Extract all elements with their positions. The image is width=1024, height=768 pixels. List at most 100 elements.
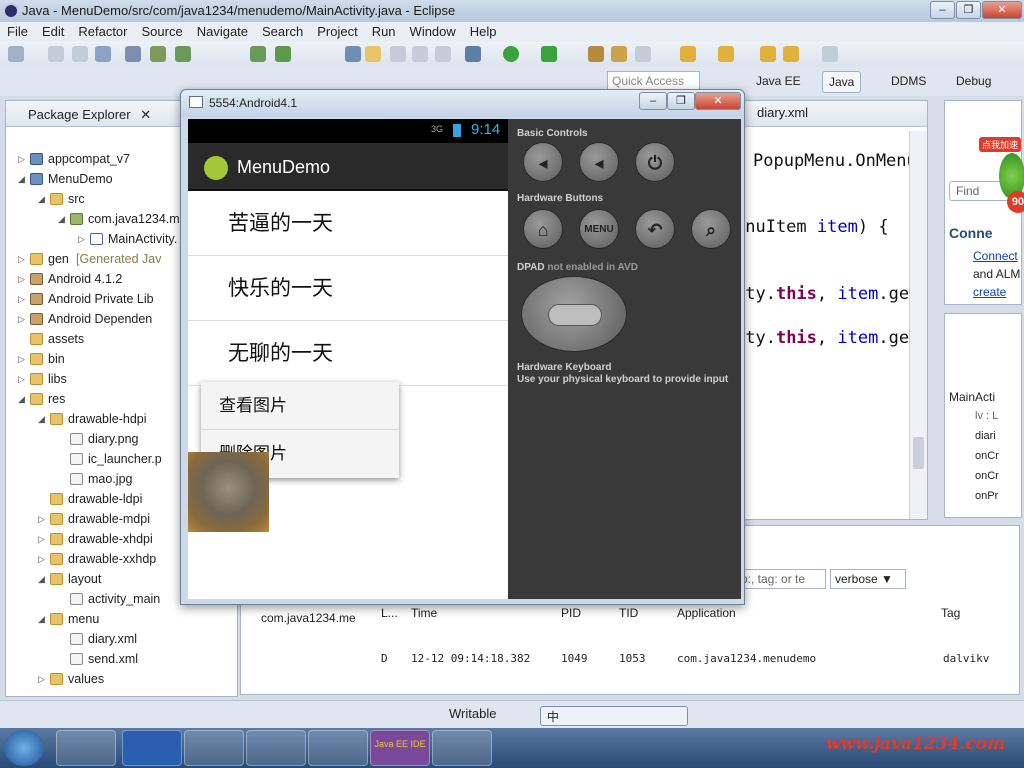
show-whitespace-icon[interactable] <box>435 46 451 62</box>
save-all-icon[interactable] <box>72 46 88 62</box>
debug-icon[interactable] <box>465 46 481 62</box>
expand-toggle-icon[interactable]: ▷ <box>18 249 26 269</box>
menu-search[interactable]: Search <box>255 22 310 41</box>
outline-item[interactable]: onCr <box>975 450 999 462</box>
expand-toggle-icon[interactable]: ▷ <box>18 309 26 329</box>
popup-item-view-image[interactable]: 查看图片 <box>201 382 399 430</box>
expand-toggle-icon[interactable]: ◢ <box>58 209 66 229</box>
create-link[interactable]: create <box>973 285 1006 299</box>
dpad-center[interactable] <box>548 304 602 326</box>
android-sdk-icon[interactable] <box>175 46 191 62</box>
col-tid[interactable]: TID <box>619 606 638 620</box>
taskbar-word-icon[interactable] <box>122 730 182 766</box>
logcat-filter-input[interactable]: p:, tag: or te <box>738 569 826 589</box>
ime-toolbar[interactable]: 中 <box>540 706 688 726</box>
perspective-debug[interactable]: Debug <box>950 71 997 93</box>
taskbar-android-icon[interactable] <box>246 730 306 766</box>
menu-refactor[interactable]: Refactor <box>71 22 134 41</box>
expand-toggle-icon[interactable]: ◢ <box>18 389 26 409</box>
next-annotation-icon[interactable] <box>680 46 696 62</box>
list-item[interactable]: 苦逼的一天 <box>188 191 508 256</box>
open-type-icon[interactable] <box>588 46 604 62</box>
search-icon[interactable] <box>345 46 361 62</box>
col-pid[interactable]: PID <box>561 606 581 620</box>
volume-down-button[interactable]: ◂ <box>523 142 563 182</box>
menu-window[interactable]: Window <box>403 22 463 41</box>
editor-scrollbar[interactable] <box>909 131 927 519</box>
expand-toggle-icon[interactable]: ▷ <box>18 149 26 169</box>
taskbar-eclipse-icon[interactable]: Java EE IDE <box>370 730 430 766</box>
logcat-saved-filter[interactable]: com.java1234.me <box>261 611 369 631</box>
expand-toggle-icon[interactable]: ◢ <box>38 409 46 429</box>
emulator-minimize-button[interactable]: – <box>639 92 667 110</box>
expand-toggle-icon[interactable]: ▷ <box>18 289 26 309</box>
expand-toggle-icon[interactable]: ▷ <box>38 549 46 569</box>
menu-project[interactable]: Project <box>310 22 364 41</box>
speed-badge[interactable]: 点我加速 <box>979 137 1021 152</box>
expand-toggle-icon[interactable]: ▷ <box>38 529 46 549</box>
search-button[interactable]: ⌕ <box>691 209 731 249</box>
menu-run[interactable]: Run <box>365 22 403 41</box>
log-row[interactable]: D 12-12 09:14:18.382 1049 1053 com.java1… <box>381 652 1001 670</box>
toggle-block-icon[interactable] <box>412 46 428 62</box>
highlight-icon[interactable] <box>365 46 381 62</box>
perspective-java[interactable]: Java <box>822 71 862 93</box>
taskbar-notepad-icon[interactable] <box>308 730 368 766</box>
outline-item[interactable]: onCr <box>975 470 999 482</box>
android-avd-icon[interactable] <box>250 46 266 62</box>
maximize-button[interactable]: ❐ <box>956 1 981 19</box>
outline-item[interactable]: diari <box>975 430 996 442</box>
outline-item[interactable]: onPr <box>975 490 998 502</box>
menu-navigate[interactable]: Navigate <box>190 22 255 41</box>
debug-tool-icon[interactable] <box>125 46 141 62</box>
perspective-java-ee[interactable]: Java EE <box>750 71 807 93</box>
pen-icon[interactable] <box>635 46 651 62</box>
expand-toggle-icon[interactable]: ◢ <box>38 609 46 629</box>
back-button[interactable]: ↶ <box>635 209 675 249</box>
expand-toggle-icon[interactable]: ◢ <box>38 189 46 209</box>
menu-button[interactable]: MENU <box>579 209 619 249</box>
perspective-ddms[interactable]: DDMS <box>885 71 932 93</box>
prev-annotation-icon[interactable] <box>718 46 734 62</box>
refresh-icon[interactable] <box>275 46 291 62</box>
scrollbar-thumb[interactable] <box>913 437 924 469</box>
expand-toggle-icon[interactable]: ▷ <box>18 269 26 289</box>
run-icon[interactable] <box>503 46 519 62</box>
volume-up-button[interactable]: ◂ <box>579 142 619 182</box>
new-icon[interactable] <box>8 46 24 62</box>
expand-toggle-icon[interactable]: ▷ <box>18 349 26 369</box>
expand-toggle-icon[interactable]: ◢ <box>18 169 26 189</box>
col-tag[interactable]: Tag <box>941 606 960 620</box>
menu-file[interactable]: File <box>0 22 35 41</box>
back-icon[interactable] <box>783 46 799 62</box>
log-level-select[interactable]: verbose ▼ <box>830 569 906 589</box>
run-external-icon[interactable] <box>541 46 557 62</box>
col-level[interactable]: L... <box>381 606 398 620</box>
start-button[interactable] <box>4 730 44 766</box>
home-button[interactable]: ⌂ <box>523 209 563 249</box>
download-icon[interactable] <box>150 46 166 62</box>
close-button[interactable]: ✕ <box>982 1 1022 19</box>
taskbar-app-icon[interactable] <box>56 730 116 766</box>
print-icon[interactable] <box>95 46 111 62</box>
menu-edit[interactable]: Edit <box>35 22 71 41</box>
col-time[interactable]: Time <box>411 606 437 620</box>
tab-diary-xml[interactable]: diary.xml <box>757 105 808 120</box>
expand-toggle-icon[interactable]: ◢ <box>38 569 46 589</box>
expand-toggle-icon[interactable]: ▷ <box>38 509 46 529</box>
close-view-icon[interactable]: ✕ <box>140 107 151 122</box>
emulator-maximize-button[interactable]: ❐ <box>667 92 695 110</box>
list-item[interactable]: 无聊的一天 <box>188 321 508 386</box>
menu-help[interactable]: Help <box>463 22 504 41</box>
menu-source[interactable]: Source <box>135 22 190 41</box>
expand-toggle-icon[interactable]: ▷ <box>38 669 46 689</box>
taskbar-emulator-icon[interactable] <box>184 730 244 766</box>
col-application[interactable]: Application <box>677 606 736 620</box>
outline-item[interactable]: lv : L <box>975 410 998 422</box>
emulator-close-button[interactable]: ✕ <box>695 92 741 110</box>
list-item[interactable]: 快乐的一天 <box>188 256 508 321</box>
quick-access-input[interactable]: Quick Access <box>607 71 700 91</box>
dpad[interactable] <box>521 276 627 352</box>
expand-toggle-icon[interactable]: ▷ <box>18 369 26 389</box>
expand-toggle-icon[interactable]: ▷ <box>78 229 86 249</box>
